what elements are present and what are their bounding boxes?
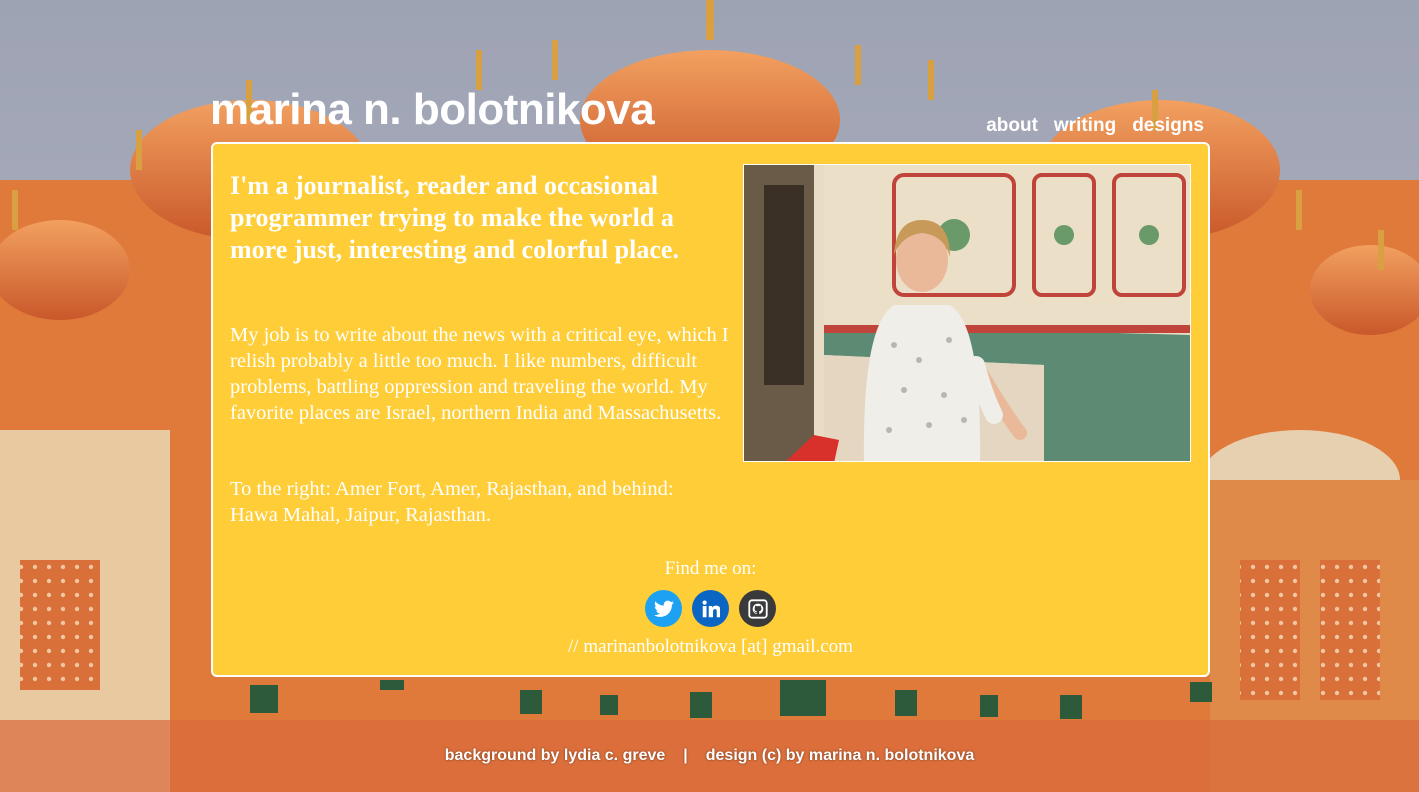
footer-separator: | xyxy=(683,747,688,764)
nav-writing[interactable]: writing xyxy=(1054,116,1116,135)
photo-caption: To the right: Amer Fort, Amer, Rajasthan… xyxy=(230,478,674,526)
design-credit[interactable]: design (c) by marina n. bolotnikova xyxy=(706,747,974,764)
main-nav: about writing designs xyxy=(986,116,1204,135)
nav-designs[interactable]: designs xyxy=(1132,116,1204,135)
background-credit[interactable]: background by lydia c. greve xyxy=(445,747,666,764)
linkedin-link[interactable] xyxy=(692,590,729,627)
github-icon xyxy=(747,598,768,619)
linkedin-icon xyxy=(702,600,720,617)
site-title[interactable]: marina n. bolotnikova xyxy=(210,88,655,132)
twitter-icon xyxy=(653,600,674,617)
bio-paragraph: My job is to write about the news with a… xyxy=(230,324,729,424)
find-me-label: Find me on: xyxy=(664,558,757,579)
footer-credits: background by lydia c. greve | design (c) … xyxy=(0,747,1419,765)
about-card: I'm a journalist, reader and occasional … xyxy=(211,142,1210,677)
intro-heading: I'm a journalist, reader and occasional … xyxy=(230,171,679,264)
email-address: // marinanbolotnikova [at] gmail.com xyxy=(568,636,853,657)
profile-photo xyxy=(743,164,1191,462)
nav-about[interactable]: about xyxy=(986,116,1038,135)
social-links xyxy=(645,590,776,627)
twitter-link[interactable] xyxy=(645,590,682,627)
github-link[interactable] xyxy=(739,590,776,627)
